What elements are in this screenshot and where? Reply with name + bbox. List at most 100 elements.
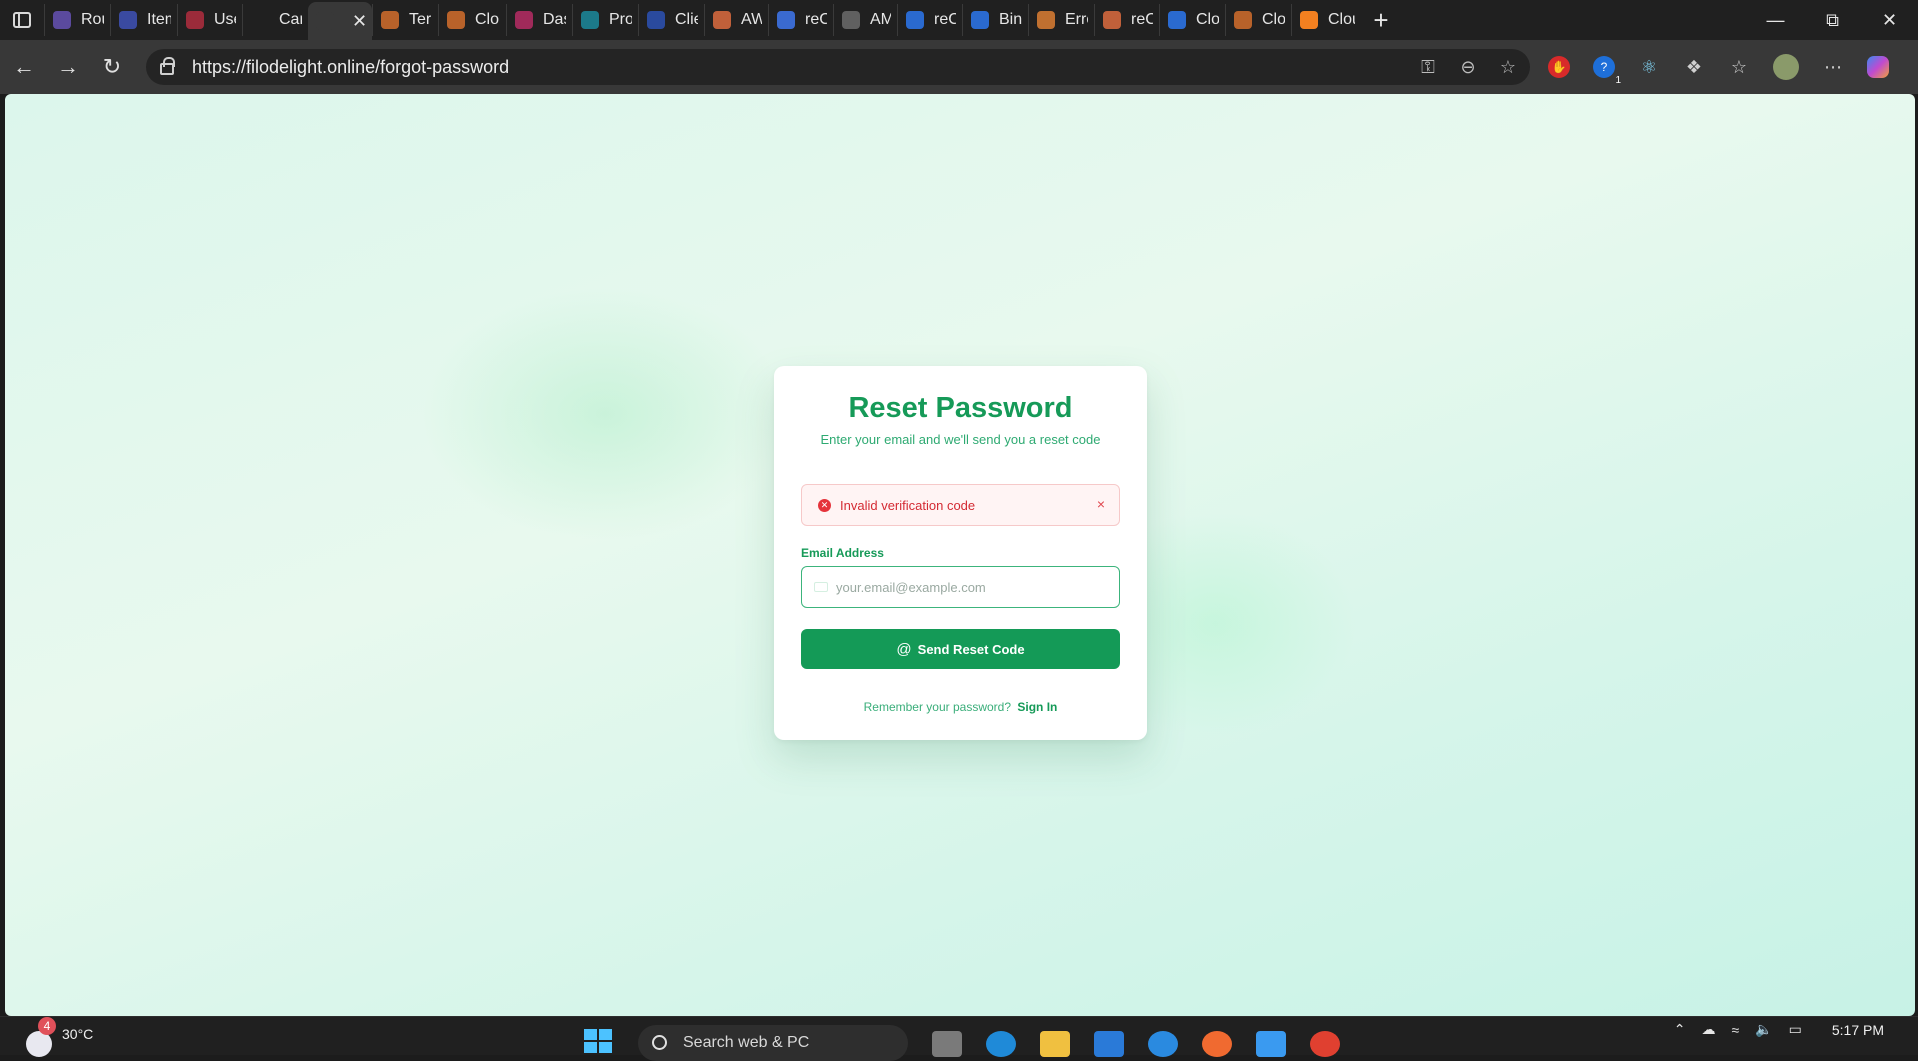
tab-title: Users (214, 11, 236, 28)
browser-tab[interactable]: reCAP (897, 4, 962, 36)
extension-icon[interactable]: ? 1 (1593, 56, 1621, 86)
window-controls: — ⧉ ✕ (1747, 0, 1918, 40)
chrome-icon[interactable] (1310, 1030, 1340, 1057)
forward-button[interactable]: → (46, 47, 90, 87)
browser-tab[interactable]: Bing (962, 4, 1028, 36)
browser-tab[interactable]: Cloud (438, 4, 506, 36)
wifi-icon[interactable]: ≈ (1732, 1022, 1740, 1038)
edge-icon (777, 11, 795, 29)
browser-tab[interactable]: Cloud (1291, 4, 1361, 36)
extensions-puzzle-icon[interactable]: ❖ (1683, 56, 1705, 78)
send-reset-code-button[interactable]: @ Send Reset Code (801, 629, 1120, 669)
clock-time[interactable]: 5:17 PM (1832, 1022, 1884, 1038)
volume-icon[interactable]: 🔈 (1755, 1021, 1772, 1038)
notepad-icon[interactable] (1256, 1030, 1286, 1057)
address-bar-actions: ⚿ ⊖ ☆ (1418, 49, 1518, 85)
vscode-icon[interactable] (1094, 1030, 1124, 1057)
stackoverflow-icon (1037, 11, 1055, 29)
battery-icon[interactable]: ▭ (1789, 1021, 1802, 1038)
browser-tab[interactable]: Client (638, 4, 704, 36)
minimize-button[interactable]: — (1747, 0, 1804, 40)
favorites-icon[interactable]: ☆ (1728, 56, 1750, 78)
browser-tab[interactable]: Error: (1028, 4, 1094, 36)
taskbar-search-text: Search web & PC (683, 1033, 810, 1051)
edge-icon[interactable] (986, 1030, 1016, 1057)
tab-title: reCAP (934, 11, 956, 28)
claude-icon (713, 11, 731, 29)
email-input[interactable] (836, 579, 1116, 595)
adblock-extension-icon[interactable]: ✋ (1548, 56, 1570, 78)
postman-icon[interactable] (1202, 1030, 1232, 1057)
users-icon (186, 11, 204, 29)
tab-list: Route Items Users Carin S✕ Terms Cloud Dasht Pro… (44, 0, 1361, 40)
onedrive-icon[interactable]: ☁ (1702, 1021, 1716, 1038)
cloudflare-icon (1234, 11, 1252, 29)
browser-tab[interactable]: AWS ( (704, 4, 768, 36)
tab-title: Items (147, 11, 171, 28)
url-text[interactable]: https://filodelight.online/forgot-passwo… (192, 57, 509, 78)
react-devtools-icon[interactable]: ⚛ (1638, 56, 1660, 78)
copilot-icon[interactable] (1867, 56, 1889, 78)
browser-tab[interactable]: reCAP (1094, 4, 1159, 36)
email-field[interactable] (801, 566, 1120, 608)
browser-tab[interactable]: Items (110, 4, 177, 36)
site-info-icon[interactable] (160, 57, 175, 75)
taskbar-search[interactable]: Search web & PC (638, 1024, 908, 1061)
back-button[interactable]: ← (2, 47, 46, 87)
browser-tab[interactable]: Dasht (506, 4, 572, 36)
browser-tab[interactable]: Cloud (1225, 4, 1291, 36)
dismiss-alert-button[interactable]: × (1097, 497, 1105, 511)
browser-tab-strip: Route Items Users Carin S✕ Terms Cloud Dasht Pro… (0, 0, 1918, 40)
tab-actions-button[interactable] (0, 0, 44, 40)
key-icon[interactable]: ⚿ (1418, 57, 1438, 78)
temperature: 30°C (62, 1026, 94, 1042)
claude-icon (1103, 11, 1121, 29)
task-view-icon[interactable] (932, 1030, 962, 1057)
browser-tab[interactable]: Route (44, 4, 110, 36)
extension-badge: 1 (1615, 75, 1621, 86)
browser-tab[interactable]: Cloud (1159, 4, 1225, 36)
new-tab-button[interactable]: + (1361, 0, 1401, 40)
browser-tab[interactable]: Produ (572, 4, 638, 36)
search-icon (971, 11, 989, 29)
windows-start-icon[interactable] (584, 1023, 614, 1053)
browser-tab[interactable]: Users (177, 4, 242, 36)
tab-title: reCAP (805, 11, 827, 28)
tab-title: AMP (870, 11, 891, 28)
profile-avatar[interactable] (1773, 54, 1799, 80)
tab-title: Error: (1065, 11, 1088, 28)
address-bar[interactable]: https://filodelight.online/forgot-passwo… (146, 49, 1530, 85)
send-reset-code-label: Send Reset Code (917, 641, 1025, 657)
restore-button[interactable]: ⧉ (1804, 0, 1861, 40)
page-subtitle: Enter your email and we'll send you a re… (820, 432, 1101, 447)
show-hidden-icons-icon[interactable]: ⌃ (1674, 1021, 1686, 1038)
error-circle-icon: ✕ (818, 498, 831, 512)
close-window-button[interactable]: ✕ (1861, 0, 1918, 40)
remember-password-row: Remember your password? Sign In (774, 700, 1147, 714)
refresh-button[interactable]: ↻ (90, 47, 134, 87)
browser-tab[interactable]: Terms (372, 4, 438, 36)
browser-tab[interactable]: AMP (833, 4, 897, 36)
weather-widget[interactable]: 4 30°C (26, 1017, 94, 1057)
tab-title: Dasht (543, 11, 566, 28)
sign-in-link[interactable]: Sign In (1017, 700, 1057, 714)
browser-tab[interactable]: S✕ (308, 2, 372, 40)
openai-icon (842, 11, 860, 29)
extensions-area: ✋ ? 1 ⚛ ❖ ☆ ⋯ (1548, 47, 1889, 87)
file-explorer-icon[interactable] (1040, 1030, 1070, 1057)
close-tab-icon[interactable]: ✕ (352, 11, 367, 32)
favorite-star-icon[interactable]: ☆ (1498, 57, 1518, 78)
more-menu-icon[interactable]: ⋯ (1822, 56, 1844, 78)
remember-text: Remember your password? (863, 700, 1012, 714)
cloudflare-icon (447, 11, 465, 29)
product-icon (581, 11, 599, 29)
zoom-icon[interactable]: ⊖ (1458, 57, 1478, 78)
tab-title: Terms (409, 11, 432, 28)
tab-title: Route (81, 11, 104, 28)
docker-icon[interactable] (1148, 1030, 1178, 1057)
page-title: Reset Password (848, 392, 1073, 424)
weather-badge: 4 (38, 1017, 56, 1035)
tab-title: Client (675, 11, 698, 28)
browser-tab[interactable]: reCAP (768, 4, 833, 36)
browser-tab[interactable]: Carin (242, 4, 308, 36)
